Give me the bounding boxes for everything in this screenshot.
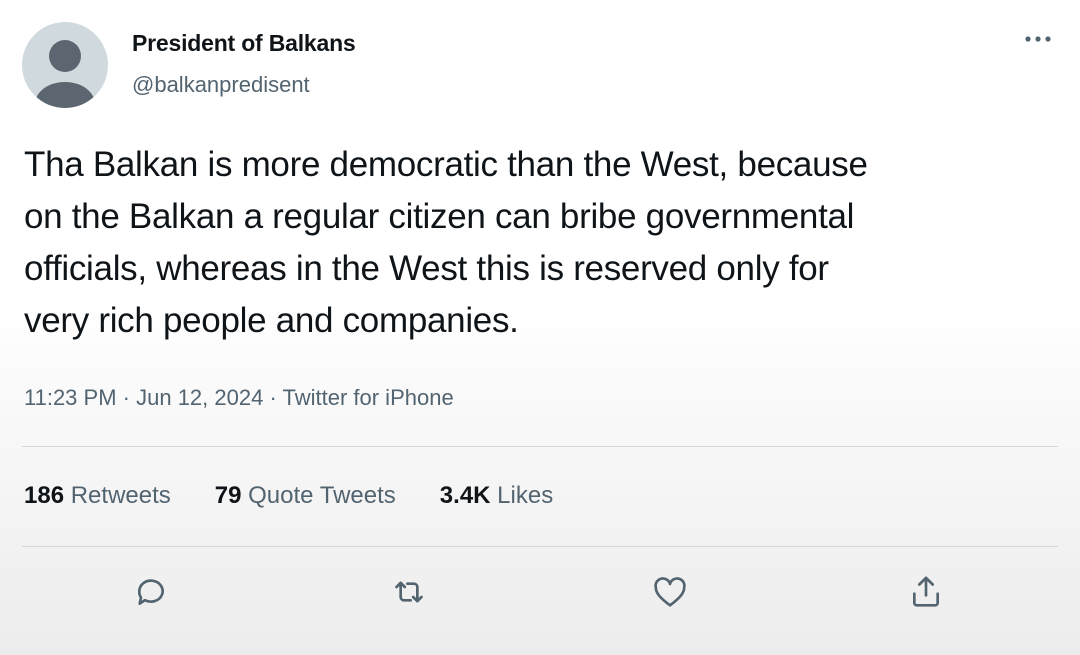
meta-separator: · <box>263 385 283 410</box>
quote-tweets-count: 79 <box>214 482 242 509</box>
tweet-text-line: on the Balkan a regular citizen can brib… <box>24 197 855 236</box>
retweets-stat[interactable]: 186 Retweets <box>24 482 171 510</box>
tweet-card: President of Balkans @balkanpredisent Th… <box>0 0 1080 655</box>
meta-separator: · <box>116 385 137 410</box>
like-button[interactable] <box>650 572 690 612</box>
tweet-text: Tha Balkan is more democratic than the W… <box>24 139 1064 347</box>
more-dots-icon <box>1025 36 1051 42</box>
reply-icon <box>137 579 164 605</box>
retweets-count: 186 <box>24 482 65 509</box>
retweets-label: Retweets <box>70 482 171 509</box>
retweet-icon <box>395 581 423 603</box>
tweet-text-line: officials, whereas in the West this is r… <box>24 249 829 288</box>
share-button[interactable] <box>906 572 946 612</box>
more-options-button[interactable] <box>1018 26 1058 52</box>
divider <box>22 546 1058 547</box>
tweet-time[interactable]: 11:23 PM <box>24 385 117 410</box>
quote-tweets-stat[interactable]: 79 Quote Tweets <box>215 482 396 510</box>
avatar[interactable] <box>22 22 108 108</box>
share-icon <box>913 576 939 607</box>
tweet-text-line: very rich people and companies. <box>24 301 519 340</box>
likes-count: 3.4K <box>439 482 491 509</box>
tweet-source[interactable]: Twitter for iPhone <box>283 385 454 410</box>
likes-stat[interactable]: 3.4K Likes <box>440 482 553 510</box>
divider <box>22 446 1058 447</box>
reply-button[interactable] <box>131 572 171 612</box>
author-handle[interactable]: @balkanpredisent <box>132 72 310 98</box>
default-avatar-icon <box>35 40 95 108</box>
tweet-stats: 186 Retweets 79 Quote Tweets 3.4K Likes <box>24 482 597 510</box>
author-display-name[interactable]: President of Balkans <box>132 30 356 57</box>
retweet-button[interactable] <box>389 572 429 612</box>
tweet-metadata: 11:23 PM · Jun 12, 2024 · Twitter for iP… <box>24 385 454 411</box>
likes-label: Likes <box>497 482 554 509</box>
tweet-date[interactable]: Jun 12, 2024 <box>136 385 263 410</box>
tweet-text-line: Tha Balkan is more democratic than the W… <box>24 145 868 184</box>
quote-tweets-label: Quote Tweets <box>248 482 396 509</box>
heart-icon <box>654 577 686 607</box>
